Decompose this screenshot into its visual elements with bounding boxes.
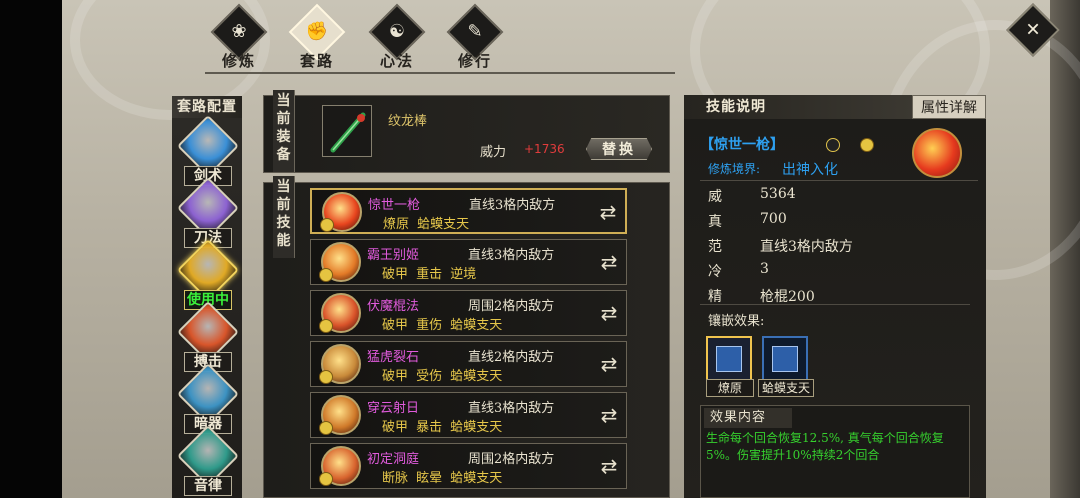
inlay-label: 镶嵌效果:	[708, 314, 765, 329]
equipment-tag: 当 前 装 备	[273, 90, 295, 172]
skill-range: 直线2格内敌方	[468, 350, 555, 365]
gem-label: 燎原	[706, 379, 754, 397]
stat-key: 范	[708, 239, 722, 255]
stat-value: 直线3格内敌方	[760, 239, 853, 255]
nav-tab-label: 心法	[379, 52, 414, 70]
nav-tab-routines[interactable]: ✊ 套路	[285, 3, 349, 72]
weapon-slot[interactable]	[322, 105, 372, 157]
tab-attribute-details[interactable]: 属性详解	[912, 95, 986, 119]
stat-key: 冷	[708, 264, 722, 280]
skill-range: 直线3格内敌方	[468, 248, 555, 263]
skills-tag: 当 前 技 能	[273, 176, 295, 258]
skill-name: 惊世一枪	[368, 198, 421, 213]
skill-row[interactable]: 猛虎裂石 直线2格内敌方破甲 受伤 蛤蟆支天 ⇄	[310, 341, 627, 387]
stat-key: 威	[708, 189, 722, 205]
game-screen: ❀ 修炼 ✊ 套路 ☯ 心法 ✎ 修行 ✕ 套路配置 剑术 刀法 使用中 搏击 暗器 音律…	[0, 0, 1080, 498]
nav-tab-cultivate[interactable]: ❀ 修炼	[207, 3, 271, 72]
stat-key: 精	[708, 289, 722, 305]
medal-icon	[860, 138, 874, 152]
medal-icon	[319, 370, 333, 384]
skill-tags: 断脉 眩晕 蛤蟆支天	[382, 471, 503, 486]
skill-row[interactable]: 霸王别姬 直线3格内敌方破甲 重击 逆境 ⇄	[310, 239, 627, 285]
skill-range: 周围2格内敌方	[468, 452, 555, 467]
sidebar-item-label: 音律	[184, 476, 232, 496]
tag-char: 当	[276, 179, 291, 195]
skill-range: 周围2格内敌方	[468, 299, 555, 314]
medal-icon	[319, 472, 333, 486]
nav-tab-mind[interactable]: ☯ 心法	[365, 3, 429, 72]
skill-tags: 破甲 重击 逆境	[382, 267, 477, 282]
skill-range: 直线3格内敌方	[468, 401, 555, 416]
skill-title: 【惊世一枪】	[700, 137, 784, 153]
effect-title: 效果内容	[704, 408, 792, 428]
stat-key: 真	[708, 214, 722, 230]
sidebar-item-5[interactable]: 音律	[176, 424, 240, 498]
gem-icon	[716, 346, 742, 372]
stat-value: 枪棍200	[760, 289, 815, 305]
gem-label: 蛤蟆支天	[758, 379, 814, 397]
effect-text: 生命每个回合恢复12.5%, 真气每个回合恢复5%。伤害提升10%持续2个回合	[706, 431, 944, 462]
gem-slot-hama[interactable]	[762, 336, 808, 382]
nav-divider	[205, 72, 675, 74]
skill-tags: 破甲 受伤 蛤蟆支天	[382, 369, 503, 384]
gem-slot-liaoyuan[interactable]	[706, 336, 752, 382]
skill-row[interactable]: 穿云射日 直线3格内敌方破甲 暴击 蛤蟆支天 ⇄	[310, 392, 627, 438]
skill-name: 猛虎裂石	[367, 350, 420, 365]
skill-tags: 破甲 暴击 蛤蟆支天	[382, 420, 503, 435]
swap-icon[interactable]: ⇄	[595, 200, 621, 224]
nav-tab-label: 修行	[457, 52, 492, 70]
nav-tab-practice[interactable]: ✎ 修行	[443, 3, 507, 72]
skill-tags: 破甲 重伤 蛤蟆支天	[382, 318, 503, 333]
nav-tab-label: 修炼	[221, 52, 256, 70]
power-label: 威力	[480, 145, 507, 160]
medal-icon	[319, 268, 333, 282]
swap-icon[interactable]: ⇄	[596, 301, 622, 325]
tag-char: 装	[276, 129, 291, 145]
realm-label: 修炼境界:	[708, 162, 761, 176]
stat-value: 3	[760, 261, 769, 277]
nav-tab-label: 套路	[299, 52, 334, 70]
tag-char: 前	[276, 197, 291, 213]
skill-name: 初定洞庭	[367, 452, 420, 467]
tag-char: 能	[276, 233, 291, 249]
tag-char: 前	[276, 111, 291, 127]
skill-row[interactable]: 初定洞庭 周围2格内敌方断脉 眩晕 蛤蟆支天 ⇄	[310, 443, 627, 489]
weapon-name: 纹龙棒	[388, 114, 428, 129]
swap-icon[interactable]: ⇄	[596, 352, 622, 376]
swap-icon[interactable]: ⇄	[596, 250, 622, 274]
skill-name: 伏魔棍法	[367, 299, 420, 314]
tag-char: 技	[276, 215, 291, 231]
sidebar-title: 套路配置	[172, 96, 242, 118]
swap-icon[interactable]: ⇄	[596, 403, 622, 427]
tag-char: 备	[276, 147, 291, 163]
medal-icon	[319, 319, 333, 333]
replace-button[interactable]: 替换	[586, 138, 652, 160]
stat-value: 5364	[760, 186, 796, 202]
skill-row[interactable]: 伏魔棍法 周围2格内敌方破甲 重伤 蛤蟆支天 ⇄	[310, 290, 627, 336]
skill-name: 霸王别姬	[367, 248, 420, 263]
tag-char: 当	[276, 93, 291, 109]
divider	[700, 180, 978, 181]
left-letterbox	[0, 0, 62, 498]
medal-icon	[320, 218, 334, 232]
tab-skill-description[interactable]: 技能说明	[684, 95, 912, 119]
skill-range: 直线3格内敌方	[469, 198, 556, 213]
skill-emblem-icon	[912, 128, 962, 178]
compass-icon	[826, 138, 840, 152]
medal-icon	[319, 421, 333, 435]
skill-name: 穿云射日	[367, 401, 420, 416]
skill-row[interactable]: 惊世一枪 直线3格内敌方燎原 蛤蟆支天 ⇄	[310, 188, 627, 234]
swap-icon[interactable]: ⇄	[596, 454, 622, 478]
skill-tags: 燎原 蛤蟆支天	[383, 217, 470, 232]
staff-icon	[330, 112, 366, 153]
power-value: +1736	[524, 142, 565, 156]
stat-value: 700	[760, 211, 787, 227]
gem-icon	[772, 346, 798, 372]
realm-value: 出神入化	[782, 162, 838, 178]
close-icon: ✕	[1025, 19, 1041, 41]
divider	[700, 304, 970, 305]
